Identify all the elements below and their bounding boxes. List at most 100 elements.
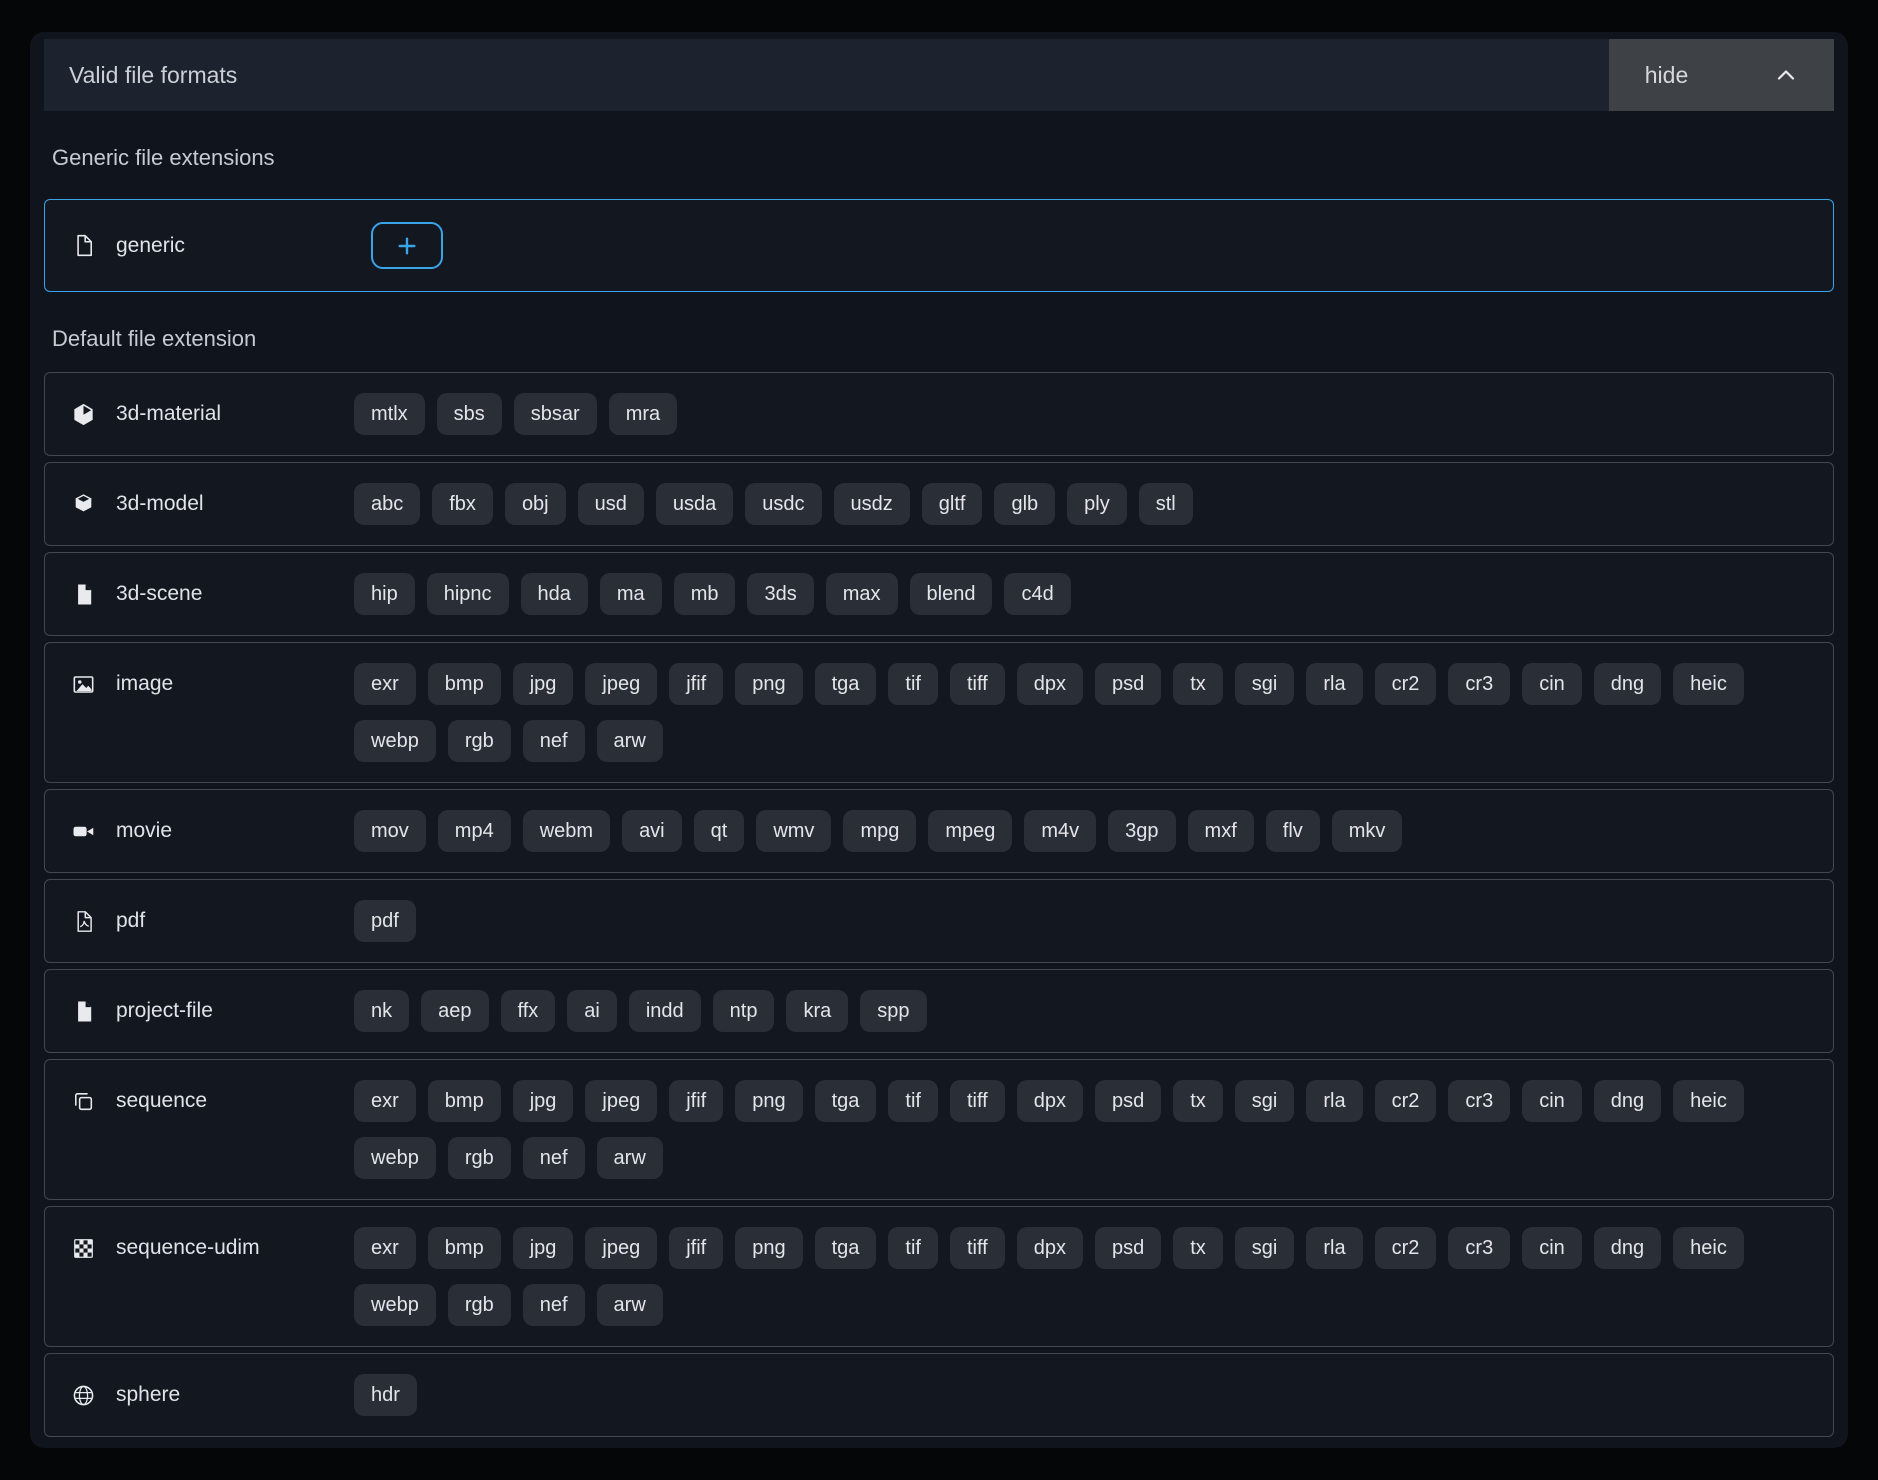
extension-chip-tif[interactable]: tif [888,663,938,705]
extension-chip-tga[interactable]: tga [815,663,877,705]
extension-chip-png[interactable]: png [735,1227,802,1269]
extension-chip-kra[interactable]: kra [786,990,848,1032]
extension-chip-cin[interactable]: cin [1522,1080,1582,1122]
extension-chip-cin[interactable]: cin [1522,1227,1582,1269]
extension-chip-exr[interactable]: exr [354,663,416,705]
extension-chip-nk[interactable]: nk [354,990,409,1032]
extension-chip-mb[interactable]: mb [674,573,736,615]
add-extension-button[interactable] [371,222,443,269]
extension-chip-aep[interactable]: aep [421,990,488,1032]
extension-chip-fbx[interactable]: fbx [432,483,493,525]
extension-chip-mkv[interactable]: mkv [1332,810,1403,852]
extension-chip-cin[interactable]: cin [1522,663,1582,705]
extension-chip-arw[interactable]: arw [597,1137,663,1179]
extension-chip-dpx[interactable]: dpx [1017,1227,1083,1269]
extension-chip-tiff[interactable]: tiff [950,1080,1005,1122]
extension-chip-pdf[interactable]: pdf [354,900,416,942]
extension-chip-nef[interactable]: nef [523,1284,585,1326]
extension-chip-usdc[interactable]: usdc [745,483,821,525]
extension-chip-c4d[interactable]: c4d [1004,573,1070,615]
extension-chip-psd[interactable]: psd [1095,1227,1161,1269]
extension-chip-webp[interactable]: webp [354,720,436,762]
extension-chip-jfif[interactable]: jfif [669,1227,723,1269]
extension-chip-dpx[interactable]: dpx [1017,663,1083,705]
extension-chip-mpeg[interactable]: mpeg [928,810,1012,852]
extension-chip-gltf[interactable]: gltf [922,483,983,525]
extension-chip-ntp[interactable]: ntp [713,990,775,1032]
extension-chip-tga[interactable]: tga [815,1080,877,1122]
extension-chip-bmp[interactable]: bmp [428,1080,501,1122]
extension-chip-jpeg[interactable]: jpeg [585,1227,657,1269]
extension-chip-sgi[interactable]: sgi [1235,1227,1295,1269]
extension-chip-stl[interactable]: stl [1139,483,1193,525]
extension-chip-dpx[interactable]: dpx [1017,1080,1083,1122]
extension-chip-rla[interactable]: rla [1306,1227,1362,1269]
extension-chip-blend[interactable]: blend [910,573,993,615]
extension-chip-sgi[interactable]: sgi [1235,1080,1295,1122]
extension-chip-tif[interactable]: tif [888,1227,938,1269]
extension-chip-cr2[interactable]: cr2 [1375,1227,1437,1269]
extension-chip-sgi[interactable]: sgi [1235,663,1295,705]
extension-chip-abc[interactable]: abc [354,483,420,525]
extension-chip-jpg[interactable]: jpg [513,663,574,705]
extension-chip-heic[interactable]: heic [1673,663,1744,705]
extension-chip-usdz[interactable]: usdz [834,483,910,525]
extension-chip-mpg[interactable]: mpg [843,810,916,852]
extension-chip-max[interactable]: max [826,573,898,615]
hide-button[interactable]: hide [1609,39,1834,111]
extension-chip-nef[interactable]: nef [523,720,585,762]
extension-chip-m4v[interactable]: m4v [1024,810,1096,852]
extension-chip-indd[interactable]: indd [629,990,701,1032]
extension-chip-hdr[interactable]: hdr [354,1374,417,1416]
extension-chip-arw[interactable]: arw [597,720,663,762]
extension-chip-qt[interactable]: qt [694,810,745,852]
extension-chip-hda[interactable]: hda [521,573,588,615]
extension-chip-tiff[interactable]: tiff [950,663,1005,705]
extension-chip-cr3[interactable]: cr3 [1448,1227,1510,1269]
extension-chip-cr3[interactable]: cr3 [1448,1080,1510,1122]
extension-chip-hip[interactable]: hip [354,573,415,615]
extension-chip-exr[interactable]: exr [354,1227,416,1269]
extension-chip-webm[interactable]: webm [523,810,610,852]
extension-chip-tx[interactable]: tx [1173,1080,1223,1122]
extension-chip-rgb[interactable]: rgb [448,720,511,762]
extension-chip-3ds[interactable]: 3ds [747,573,813,615]
extension-chip-spp[interactable]: spp [860,990,926,1032]
extension-chip-mp4[interactable]: mp4 [438,810,511,852]
extension-chip-heic[interactable]: heic [1673,1080,1744,1122]
extension-chip-mxf[interactable]: mxf [1188,810,1254,852]
extension-chip-ply[interactable]: ply [1067,483,1127,525]
extension-chip-ma[interactable]: ma [600,573,662,615]
extension-chip-bmp[interactable]: bmp [428,663,501,705]
extension-chip-jpeg[interactable]: jpeg [585,663,657,705]
extension-chip-flv[interactable]: flv [1266,810,1320,852]
extension-chip-jfif[interactable]: jfif [669,663,723,705]
extension-chip-dng[interactable]: dng [1594,1080,1661,1122]
extension-chip-ffx[interactable]: ffx [501,990,556,1032]
extension-chip-sbsar[interactable]: sbsar [514,393,597,435]
extension-chip-mov[interactable]: mov [354,810,426,852]
extension-chip-exr[interactable]: exr [354,1080,416,1122]
extension-chip-jpg[interactable]: jpg [513,1080,574,1122]
extension-chip-obj[interactable]: obj [505,483,566,525]
extension-chip-avi[interactable]: avi [622,810,682,852]
extension-chip-ai[interactable]: ai [567,990,617,1032]
extension-chip-cr2[interactable]: cr2 [1375,663,1437,705]
extension-chip-jfif[interactable]: jfif [669,1080,723,1122]
extension-chip-bmp[interactable]: bmp [428,1227,501,1269]
extension-chip-webp[interactable]: webp [354,1137,436,1179]
extension-chip-png[interactable]: png [735,1080,802,1122]
extension-chip-dng[interactable]: dng [1594,663,1661,705]
extension-chip-mtlx[interactable]: mtlx [354,393,425,435]
extension-chip-3gp[interactable]: 3gp [1108,810,1175,852]
extension-chip-jpg[interactable]: jpg [513,1227,574,1269]
extension-chip-cr2[interactable]: cr2 [1375,1080,1437,1122]
extension-chip-wmv[interactable]: wmv [756,810,831,852]
extension-chip-usda[interactable]: usda [656,483,733,525]
extension-chip-tx[interactable]: tx [1173,1227,1223,1269]
extension-chip-glb[interactable]: glb [994,483,1055,525]
extension-chip-rla[interactable]: rla [1306,663,1362,705]
extension-chip-tiff[interactable]: tiff [950,1227,1005,1269]
extension-chip-rgb[interactable]: rgb [448,1284,511,1326]
extension-chip-tif[interactable]: tif [888,1080,938,1122]
